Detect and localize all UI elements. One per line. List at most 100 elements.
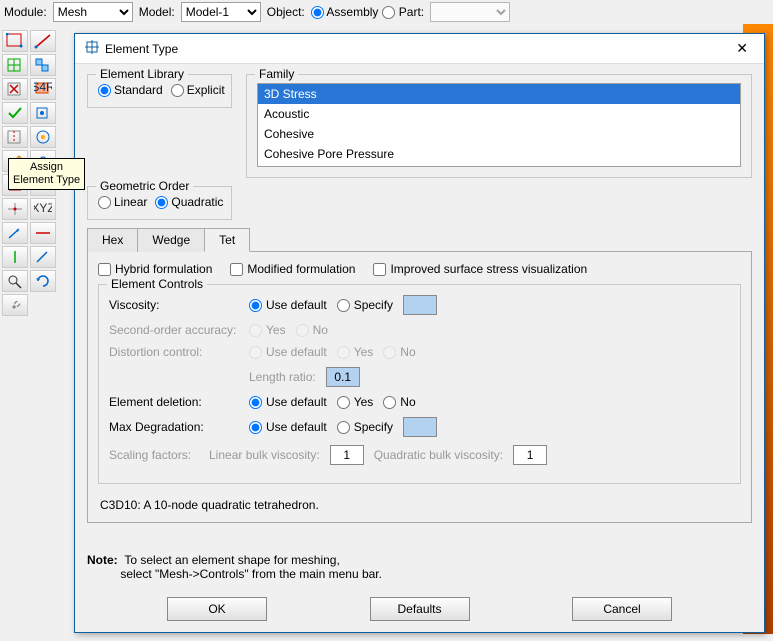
modified-label: Modified formulation (247, 262, 355, 276)
element-type-dialog: Element Type ✕ Element Library Standard … (74, 33, 765, 633)
object-part-radio[interactable]: Part: (382, 5, 424, 19)
quadratic-bulk-label: Quadratic bulk viscosity: (374, 448, 503, 462)
cancel-button[interactable]: Cancel (572, 597, 672, 621)
partition-icon[interactable] (2, 126, 28, 148)
explicit-radio[interactable]: Explicit (171, 83, 225, 97)
tet-panel: Hybrid formulation Modified formulation … (87, 251, 752, 523)
degradation-specify-input[interactable] (403, 417, 437, 437)
module-label: Module: (4, 5, 47, 19)
element-controls-legend: Element Controls (107, 277, 207, 291)
distortion-yes-radio: Yes (337, 345, 374, 359)
tab-hex[interactable]: Hex (87, 228, 138, 252)
linear-label: Linear (114, 195, 147, 209)
improved-check[interactable]: Improved surface stress visualization (373, 262, 587, 276)
mesh-region-icon[interactable] (30, 54, 56, 76)
element-type-icon[interactable]: S4R (30, 78, 56, 100)
viscosity-label: Viscosity: (109, 298, 239, 312)
part-label: Part: (399, 5, 424, 19)
deletion-no-radio[interactable]: No (383, 395, 415, 409)
geometric-order-group: Geometric Order Linear Quadratic (87, 186, 232, 220)
tab-wedge[interactable]: Wedge (137, 228, 205, 252)
axis-x-icon[interactable] (30, 222, 56, 244)
svg-text:(XYZ): (XYZ) (34, 201, 52, 215)
linear-radio[interactable]: Linear (98, 195, 147, 209)
assign-element-type-tooltip: Assign Element Type (8, 158, 85, 190)
axis-z-icon[interactable] (30, 246, 56, 268)
note-line2: select "Mesh->Controls" from the main me… (120, 567, 382, 581)
distortion-no-radio: No (383, 345, 415, 359)
ok-button[interactable]: OK (167, 597, 267, 621)
object-label: Object: (267, 5, 305, 19)
model-label: Model: (139, 5, 175, 19)
dialog-icon (85, 40, 99, 57)
refresh-icon[interactable] (30, 270, 56, 292)
element-description: C3D10: A 10-node quadratic tetrahedron. (98, 498, 741, 512)
family-item-3d-stress[interactable]: 3D Stress (258, 84, 740, 104)
note-line1: To select an element shape for meshing, (124, 553, 339, 567)
deletion-yes-radio[interactable]: Yes (337, 395, 374, 409)
deletion-default-radio[interactable]: Use default (249, 395, 327, 409)
seed-edge-icon[interactable] (30, 30, 56, 52)
tab-tet[interactable]: Tet (204, 228, 250, 252)
assembly-label: Assembly (326, 5, 378, 19)
quadratic-bulk-input (513, 445, 547, 465)
mesh-part-icon[interactable] (2, 54, 28, 76)
seed-part-icon[interactable] (2, 30, 28, 52)
model-select[interactable]: Model-1 (181, 2, 261, 22)
quadratic-label: Quadratic (171, 195, 223, 209)
viscosity-specify-radio[interactable]: Specify (337, 298, 393, 312)
hybrid-label: Hybrid formulation (115, 262, 212, 276)
part-select[interactable] (430, 2, 510, 22)
family-legend: Family (255, 67, 298, 81)
module-select[interactable]: Mesh (53, 2, 133, 22)
degradation-specify-radio[interactable]: Specify (337, 420, 393, 434)
element-deletion-label: Element deletion: (109, 395, 239, 409)
element-library-group: Element Library Standard Explicit (87, 74, 232, 108)
improved-label: Improved surface stress visualization (390, 262, 587, 276)
verify-mesh-icon[interactable] (2, 102, 28, 124)
virtual-topology-icon[interactable] (30, 126, 56, 148)
distortion-label: Distortion control: (109, 345, 239, 359)
defaults-button[interactable]: Defaults (370, 597, 470, 621)
magnify-icon[interactable] (2, 270, 28, 292)
viscosity-specify-input[interactable] (403, 295, 437, 315)
xyz-icon[interactable]: (XYZ) (30, 198, 56, 220)
shape-tabs: Hex Wedge Tet (87, 228, 752, 252)
dialog-title-text: Element Type (105, 42, 178, 56)
distortion-default-radio: Use default (249, 345, 327, 359)
family-item-cohesive-pore[interactable]: Cohesive Pore Pressure (258, 144, 740, 164)
linear-bulk-input (330, 445, 364, 465)
family-group: Family 3D Stress Acoustic Cohesive Cohes… (246, 74, 752, 178)
linear-bulk-label: Linear bulk viscosity: (209, 448, 320, 462)
svg-text:S4R: S4R (34, 81, 52, 94)
degradation-default-radio[interactable]: Use default (249, 420, 327, 434)
explicit-label: Explicit (187, 83, 225, 97)
length-ratio-label: Length ratio: (249, 370, 316, 384)
hybrid-check[interactable]: Hybrid formulation (98, 262, 212, 276)
note-label: Note: (87, 553, 118, 567)
vector-icon[interactable] (2, 222, 28, 244)
modified-check[interactable]: Modified formulation (230, 262, 355, 276)
close-icon[interactable]: ✕ (730, 40, 754, 57)
wrench-icon[interactable] (2, 294, 28, 316)
element-controls-group: Element Controls Viscosity: Use default … (98, 284, 741, 484)
second-order-label: Second-order accuracy: (109, 323, 239, 337)
standard-radio[interactable]: Standard (98, 83, 163, 97)
length-ratio-input (326, 367, 360, 387)
family-item-cohesive[interactable]: Cohesive (258, 124, 740, 144)
axis-y-icon[interactable] (2, 246, 28, 268)
scaling-label: Scaling factors: (109, 448, 199, 462)
note-block: Note: To select an element shape for mes… (87, 553, 752, 581)
object-assembly-radio[interactable]: Assembly (311, 5, 379, 19)
family-list[interactable]: 3D Stress Acoustic Cohesive Cohesive Por… (257, 83, 741, 167)
standard-label: Standard (114, 83, 163, 97)
controls-icon[interactable] (30, 102, 56, 124)
datum-icon[interactable] (2, 198, 28, 220)
family-item-acoustic[interactable]: Acoustic (258, 104, 740, 124)
second-order-yes-radio: Yes (249, 323, 286, 337)
quadratic-radio[interactable]: Quadratic (155, 195, 223, 209)
delete-mesh-icon[interactable] (2, 78, 28, 100)
top-toolbar: Module: Mesh Model: Model-1 Object: Asse… (0, 0, 773, 24)
viscosity-default-radio[interactable]: Use default (249, 298, 327, 312)
element-library-legend: Element Library (96, 67, 188, 81)
